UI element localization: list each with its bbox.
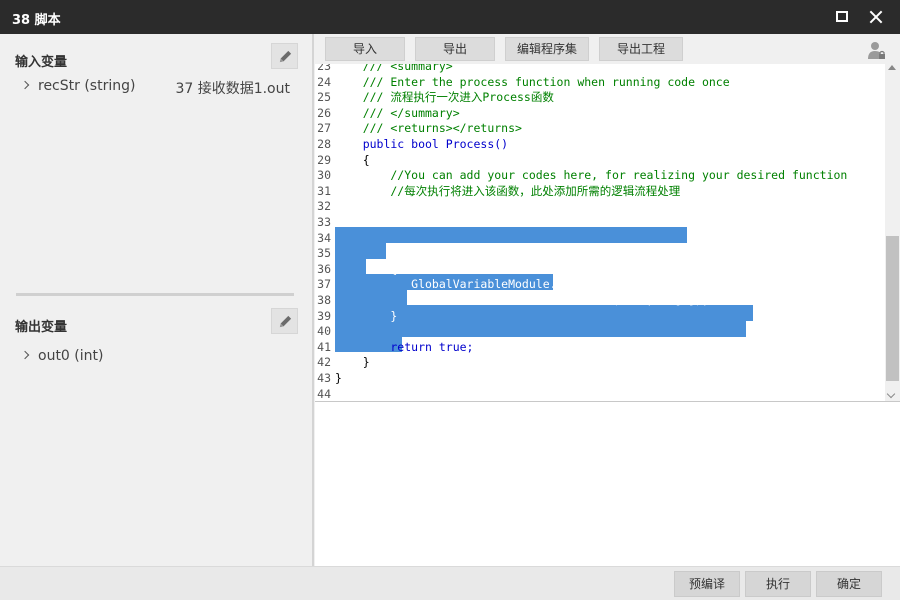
line-number: 33 (317, 215, 331, 229)
selection-block (335, 227, 687, 243)
chevron-right-icon (20, 350, 30, 360)
line-number: 35 (317, 246, 331, 261)
output-var-name: out0 (int) (38, 348, 104, 364)
edit-inputs-button[interactable] (271, 43, 298, 69)
code-panel: 导入 导出 编辑程序集 导出工程 23 /// <summary> 24 /// … (315, 34, 900, 566)
code-line: public bool Process() (335, 137, 509, 151)
user-lock-icon[interactable] (866, 40, 886, 60)
input-var-name: recStr (string) (38, 78, 136, 94)
code-line: /// </summary> (335, 105, 460, 120)
input-var-recstr[interactable]: recStr (string) (20, 78, 136, 94)
pencil-icon (279, 315, 292, 328)
scroll-up-icon[interactable] (888, 65, 896, 70)
maximize-icon (836, 11, 848, 22)
outputs-title: 输出变量 (15, 320, 68, 335)
edit-outputs-button[interactable] (271, 308, 298, 334)
input-var-link: 37 接收数据1.out (175, 81, 290, 97)
code-line: //You can add your codes here, for reali… (335, 168, 848, 183)
maximize-button[interactable] (832, 7, 852, 27)
code-line: { (335, 261, 398, 276)
scroll-down-icon[interactable] (886, 389, 896, 399)
line-number: 30 (317, 168, 331, 183)
code-line: return true; (335, 339, 474, 354)
chevron-right-icon (20, 80, 30, 90)
precompile-button[interactable]: 预编译 (674, 571, 740, 597)
line-number: 34 (317, 230, 331, 245)
code-line: } (335, 308, 398, 323)
code-line: //每次执行将进入该函数，此处添加所需的逻辑流程处理 (335, 183, 681, 198)
code-line: /// 流程执行一次进入Process函数 (335, 90, 554, 105)
line-number: 36 (317, 261, 331, 276)
inputs-title: 输入变量 (15, 55, 68, 70)
line-number: 42 (317, 355, 331, 370)
code-line: GlobalVariableModule.SetValue("MX",rec[1… (335, 277, 709, 292)
line-number: 39 (317, 308, 331, 323)
code-line: /// Enter the process function when runn… (335, 74, 730, 89)
line-number: 31 (317, 183, 331, 198)
variables-panel: 输入变量 recStr (string) 37 接收数据1.out 输出变量 o… (0, 34, 314, 566)
footer-bar: 预编译 执行 确定 (0, 566, 900, 600)
line-number: 23 (317, 64, 331, 73)
inputs-outputs-splitter[interactable] (16, 293, 294, 296)
panel-divider[interactable] (312, 34, 314, 566)
line-number: 27 (317, 121, 331, 136)
line-number: 24 (317, 74, 331, 89)
toolbar: 导入 导出 编辑程序集 导出工程 (315, 34, 900, 64)
code-editor[interactable]: 23 /// <summary> 24 /// Enter the process… (315, 64, 900, 402)
export-button[interactable]: 导出 (415, 37, 495, 61)
export-project-button[interactable]: 导出工程 (599, 37, 683, 61)
code-line: } (335, 371, 342, 385)
line-number: 37 (317, 277, 331, 292)
line-number: 41 (317, 339, 331, 354)
vertical-scrollbar[interactable] (885, 64, 900, 401)
code-line: string[] rec = recStr.Split(','); (335, 199, 661, 214)
code-line: /// <returns></returns> (335, 121, 522, 136)
code-line: /// <summary> (335, 64, 453, 73)
line-number: 25 (317, 90, 331, 105)
ok-button[interactable]: 确定 (816, 571, 882, 597)
window-title: 38 脚本 (12, 13, 61, 28)
close-button[interactable] (866, 7, 886, 27)
output-var-out0[interactable]: out0 (int) (20, 348, 104, 364)
edit-assembly-button[interactable]: 编辑程序集 (505, 37, 589, 61)
line-number: 40 (317, 324, 331, 339)
line-number: 43 (317, 371, 331, 385)
line-number: 44 (317, 386, 331, 401)
import-button[interactable]: 导入 (325, 37, 405, 61)
line-number: 38 (317, 293, 331, 307)
run-button[interactable]: 执行 (745, 571, 811, 597)
scrollbar-thumb[interactable] (886, 236, 899, 381)
code-line: } (335, 355, 370, 370)
line-number: 32 (317, 199, 331, 214)
code-line: GlobalVariableModule.SetValue("MY",rec[2… (335, 293, 709, 307)
code-line: { (335, 152, 370, 167)
line-number: 28 (317, 137, 331, 151)
code-line: if(rec[0]=="BiaoDing") (335, 246, 543, 261)
title-bar: 38 脚本 (0, 0, 900, 34)
pencil-icon (279, 50, 292, 63)
line-number: 29 (317, 152, 331, 167)
line-number: 26 (317, 105, 331, 120)
